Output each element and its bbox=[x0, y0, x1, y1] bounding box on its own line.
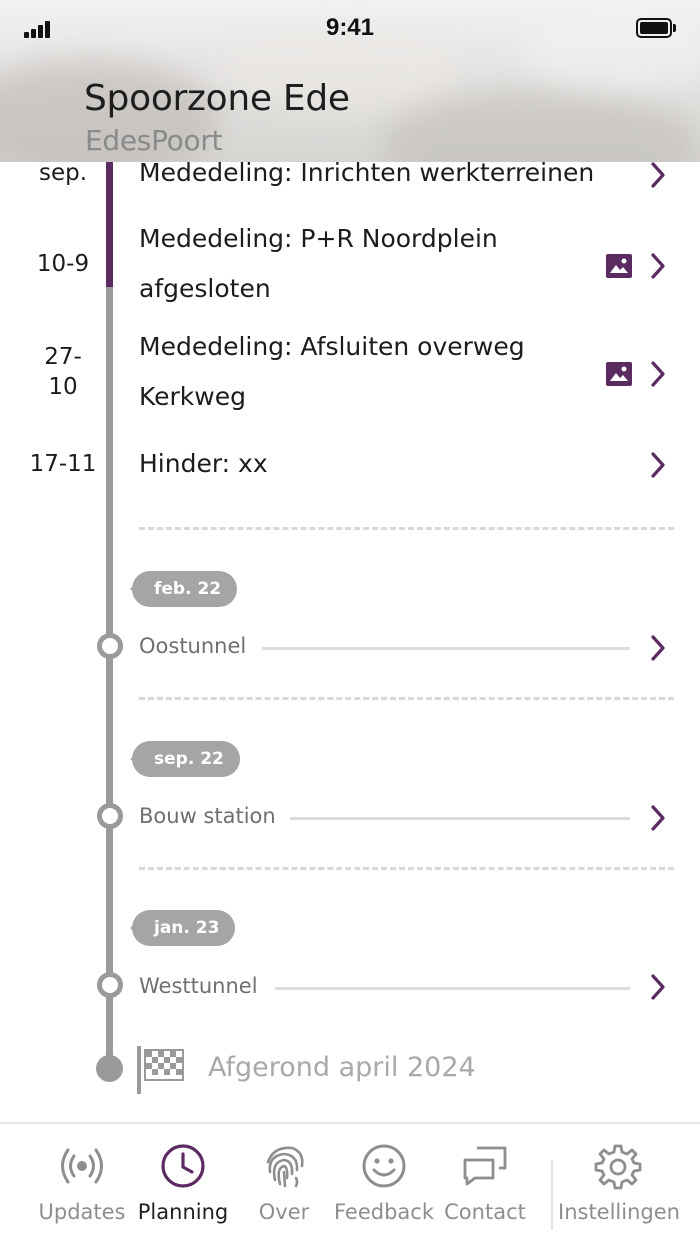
milestone-dot bbox=[97, 972, 123, 998]
status-bar: 9:41 bbox=[0, 0, 700, 58]
chevron-right-icon[interactable] bbox=[648, 160, 668, 190]
broadcast-icon bbox=[61, 1148, 103, 1184]
event-title: Mededeling: Afsluiten overweg bbox=[139, 332, 525, 361]
clock-icon bbox=[161, 1144, 205, 1188]
milestone-date-badge: sep. 22 bbox=[130, 741, 240, 777]
milestone-dot bbox=[97, 803, 123, 829]
chevron-right-icon[interactable] bbox=[648, 972, 668, 1002]
tab-feedback[interactable]: Feedback bbox=[334, 1142, 434, 1224]
chevron-right-icon[interactable] bbox=[648, 633, 668, 663]
event-title: afgesloten bbox=[139, 274, 271, 303]
page-subtitle: EdesPoort bbox=[85, 124, 223, 157]
event-date: 10 bbox=[48, 374, 78, 400]
milestone-dot bbox=[97, 633, 123, 659]
event-title: Mededeling: P+R Noordplein bbox=[139, 224, 498, 253]
milestone-label: Bouw station bbox=[139, 804, 276, 828]
milestone-label: Oostunnel bbox=[139, 634, 247, 658]
tab-label: Contact bbox=[444, 1200, 526, 1224]
chevron-right-icon[interactable] bbox=[648, 359, 668, 389]
finish-label: Afgerond april 2024 bbox=[208, 1052, 476, 1083]
timeline-track-future bbox=[106, 287, 113, 1067]
image-icon bbox=[606, 362, 632, 386]
event-date: 10-9 bbox=[36, 251, 90, 277]
tab-updates[interactable]: Updates bbox=[30, 1142, 134, 1224]
tab-contact[interactable]: Contact bbox=[442, 1142, 528, 1224]
fingerprint-icon bbox=[266, 1146, 304, 1188]
divider bbox=[139, 697, 674, 700]
timeline-track-past bbox=[106, 150, 113, 287]
battery-icon bbox=[636, 18, 676, 38]
tab-label: Over bbox=[258, 1200, 310, 1224]
event-title: Hinder: xx bbox=[139, 449, 268, 478]
event-date: 27- bbox=[44, 344, 82, 370]
page-title: Spoorzone Ede bbox=[84, 78, 350, 119]
event-title: Kerkweg bbox=[139, 382, 246, 411]
tab-separator bbox=[551, 1160, 553, 1230]
event-date: 17-11 bbox=[29, 451, 97, 477]
finish-flag-icon bbox=[137, 1046, 184, 1094]
tab-planning[interactable]: Planning bbox=[132, 1142, 234, 1224]
milestone-date-badge: feb. 22 bbox=[129, 571, 238, 607]
header: 9:41 Spoorzone Ede EdesPoort bbox=[0, 0, 700, 162]
event-date: sep. bbox=[38, 160, 88, 186]
chat-icon bbox=[463, 1146, 507, 1186]
divider bbox=[139, 527, 674, 530]
milestone-line bbox=[262, 647, 630, 650]
tab-label: Feedback bbox=[334, 1200, 435, 1224]
gear-icon bbox=[594, 1144, 642, 1190]
tab-bar: Updates Planning Over Feedback Contact I… bbox=[0, 1122, 700, 1244]
status-time: 9:41 bbox=[325, 14, 375, 41]
tab-instellingen[interactable]: Instellingen bbox=[558, 1142, 680, 1224]
tab-over[interactable]: Over bbox=[244, 1142, 324, 1224]
milestone-date-badge: jan. 23 bbox=[129, 910, 236, 946]
timeline-end-dot bbox=[96, 1055, 123, 1082]
milestone-label: Westtunnel bbox=[139, 974, 258, 998]
smiley-icon bbox=[362, 1144, 406, 1188]
milestone-line bbox=[275, 987, 630, 990]
tab-label: Planning bbox=[137, 1200, 229, 1224]
tab-label: Updates bbox=[38, 1200, 126, 1224]
chevron-right-icon[interactable] bbox=[648, 803, 668, 833]
tab-label: Instellingen bbox=[558, 1200, 680, 1224]
chevron-right-icon[interactable] bbox=[648, 251, 668, 281]
image-icon bbox=[606, 254, 632, 278]
milestone-line bbox=[290, 817, 630, 820]
divider bbox=[139, 867, 674, 870]
chevron-right-icon[interactable] bbox=[648, 450, 668, 480]
